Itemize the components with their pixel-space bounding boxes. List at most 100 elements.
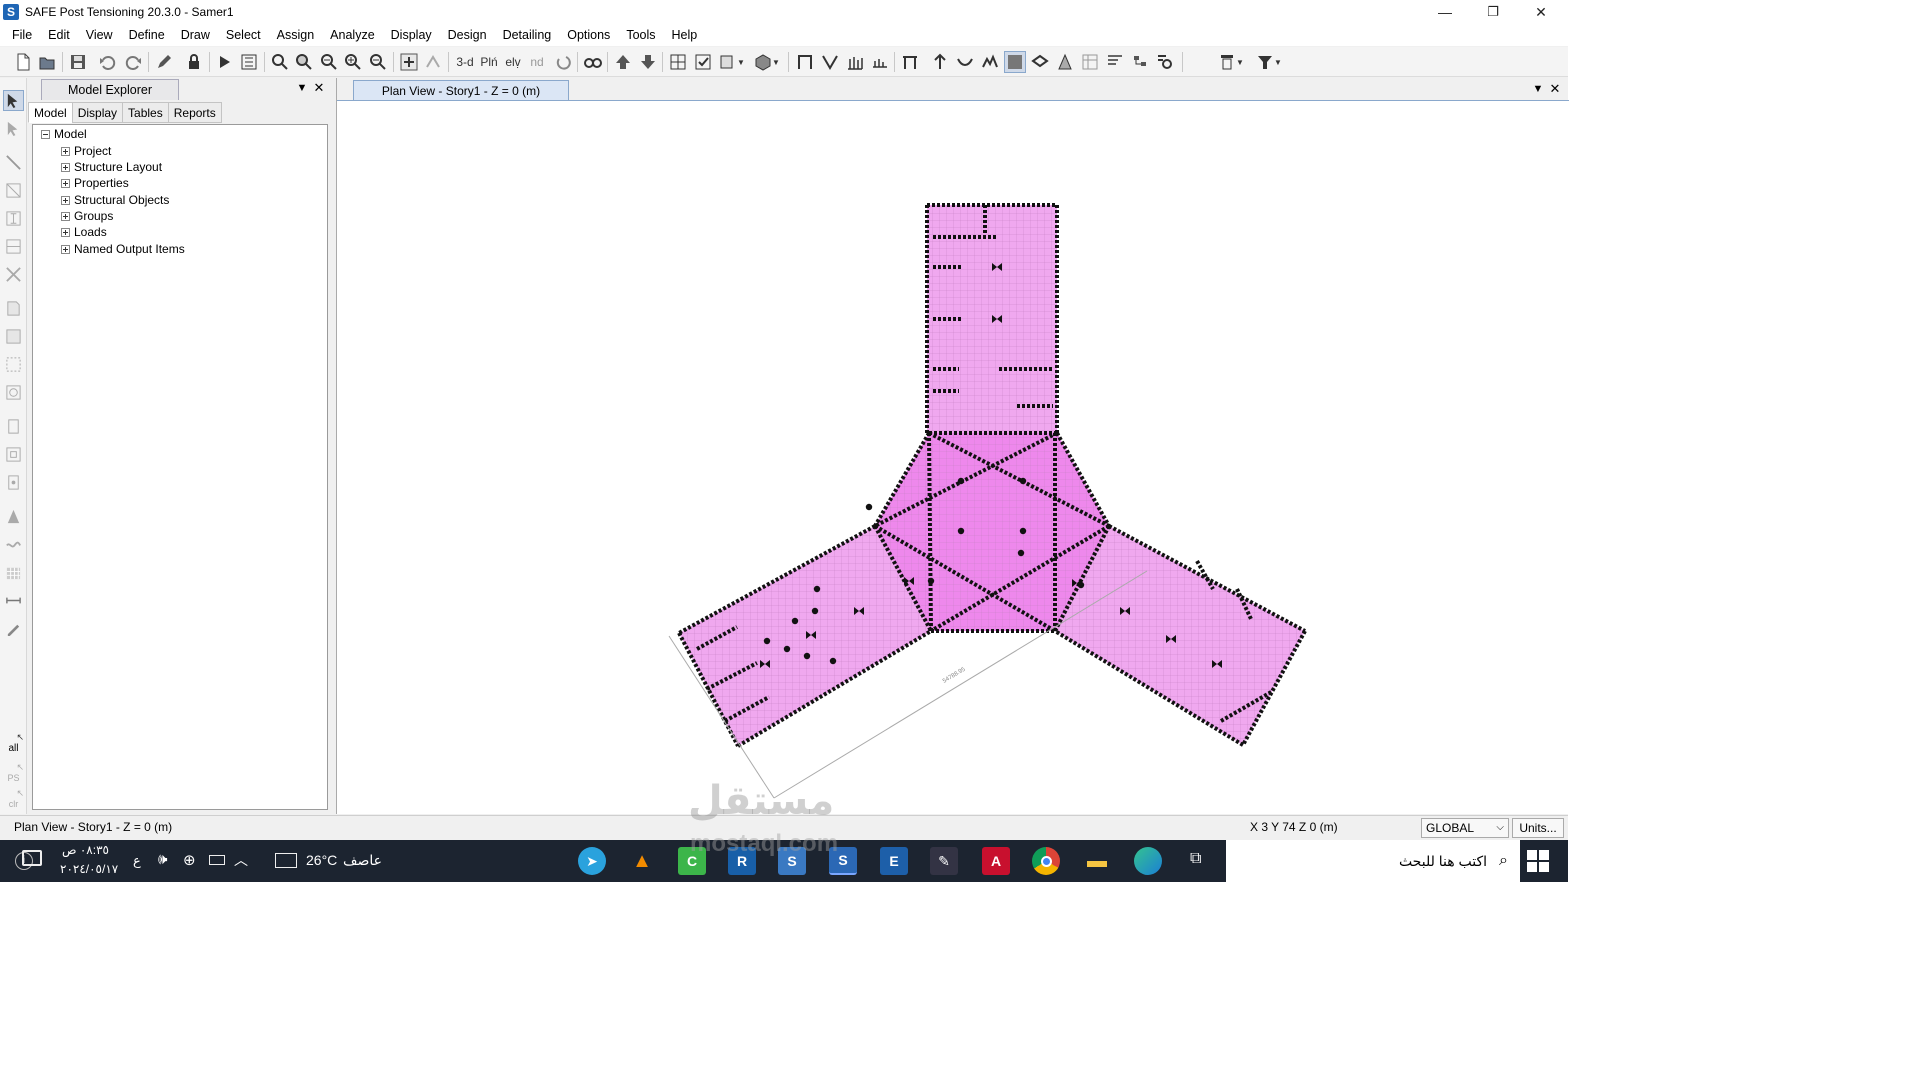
beam-forces-icon[interactable]: [979, 51, 1001, 73]
perspective-icon[interactable]: [582, 51, 604, 73]
expand-icon[interactable]: [61, 244, 70, 254]
network-icon[interactable]: ⊕: [183, 851, 196, 869]
tab-reports[interactable]: Reports: [167, 102, 222, 123]
menu-tools[interactable]: Tools: [618, 24, 663, 46]
core-column-1[interactable]: [957, 477, 965, 485]
tab-display[interactable]: Display: [71, 102, 124, 123]
core-column-3[interactable]: [957, 527, 965, 535]
strip-forces-icon[interactable]: [899, 51, 921, 73]
menu-view[interactable]: View: [78, 24, 121, 46]
draw-drop-panel-icon[interactable]: [3, 382, 24, 403]
west-column-5[interactable]: [803, 652, 811, 660]
draw-beam-icon[interactable]: [3, 180, 24, 201]
expand-icon[interactable]: [61, 227, 70, 237]
west-column-1[interactable]: [813, 585, 821, 593]
new-model-icon[interactable]: [12, 51, 34, 73]
tree-node-model[interactable]: Model: [41, 126, 87, 142]
task-view-icon[interactable]: ⧉: [1190, 850, 1201, 868]
volume-icon[interactable]: 🕪: [158, 851, 167, 868]
export-dropdown-icon[interactable]: ▼: [1252, 51, 1286, 73]
force-diagram-icon[interactable]: [869, 51, 891, 73]
plan-view-tab[interactable]: Plan View - Story1 - Z = 0 (m): [353, 80, 569, 101]
reshape-pointer-icon[interactable]: [3, 118, 24, 139]
close-button[interactable]: ✕: [1518, 0, 1564, 24]
core-column-4[interactable]: [1019, 527, 1027, 535]
plan-view-button[interactable]: Plń: [478, 51, 500, 73]
chrome-icon[interactable]: [1032, 847, 1060, 875]
pan-icon[interactable]: [398, 51, 420, 73]
run-analysis-icon[interactable]: [214, 51, 236, 73]
expand-icon[interactable]: [61, 178, 70, 188]
rotate-view-icon[interactable]: [552, 51, 574, 73]
minimize-button[interactable]: —: [1422, 0, 1468, 24]
draw-brace-icon[interactable]: [3, 264, 24, 285]
view-3d-button[interactable]: 3-d: [452, 51, 478, 73]
battery-icon[interactable]: [209, 855, 225, 865]
deformed-shape-icon[interactable]: [819, 51, 841, 73]
expand-icon[interactable]: [61, 195, 70, 205]
tree-node-project[interactable]: Project: [61, 143, 111, 159]
tendon-icon[interactable]: [954, 51, 976, 73]
undo-icon[interactable]: [97, 51, 119, 73]
core-column-7[interactable]: [927, 577, 935, 585]
move-down-icon[interactable]: [637, 51, 659, 73]
tree-node-groups[interactable]: Groups: [61, 208, 113, 224]
west-column-7[interactable]: [811, 607, 819, 615]
collapse-icon[interactable]: [41, 129, 50, 139]
draw-rect-slab-icon[interactable]: [3, 326, 24, 347]
rotate-3d-icon[interactable]: [422, 51, 444, 73]
slab-plan-drawing[interactable]: 54788.95: [337, 101, 1569, 815]
weather-description[interactable]: عاصف: [343, 852, 382, 869]
west-column-6[interactable]: [829, 657, 837, 665]
plan-canvas[interactable]: 54788.95: [337, 100, 1569, 814]
west-column-2[interactable]: [791, 617, 799, 625]
chevron-up-icon[interactable]: ︿: [234, 850, 248, 870]
expand-icon[interactable]: [61, 146, 70, 156]
coordinate-system-select[interactable]: GLOBAL ⌵: [1421, 818, 1509, 838]
tree-node-structural-objects[interactable]: Structural Objects: [61, 192, 169, 208]
weather-temperature[interactable]: 26°C: [306, 852, 337, 868]
set-display-options-icon[interactable]: [692, 51, 714, 73]
run-design-icon[interactable]: [238, 51, 260, 73]
vlc-icon[interactable]: ▲: [628, 847, 656, 875]
core-column-5[interactable]: [865, 503, 873, 511]
lock-icon[interactable]: [183, 51, 205, 73]
tree-node-properties[interactable]: Properties: [61, 175, 129, 191]
autocad-icon[interactable]: A: [982, 847, 1010, 875]
edit-pencil-icon[interactable]: [153, 51, 175, 73]
draw-area-support-icon[interactable]: [3, 562, 24, 583]
select-all-button[interactable]: ↖ all: [3, 728, 24, 758]
tree-node-loads[interactable]: Loads: [61, 224, 107, 240]
expand-icon[interactable]: [61, 211, 70, 221]
draw-line-icon[interactable]: [3, 152, 24, 173]
menu-assign[interactable]: Assign: [269, 24, 323, 46]
draw-opening-icon[interactable]: [3, 354, 24, 375]
west-column-4[interactable]: [783, 645, 791, 653]
tab-model[interactable]: Model: [28, 102, 73, 123]
menu-analyze[interactable]: Analyze: [322, 24, 382, 46]
sketch-tool-icon[interactable]: ✎: [930, 847, 958, 875]
object-shrink-icon[interactable]: [667, 51, 689, 73]
taskbar-search-box[interactable]: اكتب هنا للبحث ⌕: [1226, 840, 1520, 882]
draw-point-support-icon[interactable]: [3, 472, 24, 493]
menu-detailing[interactable]: Detailing: [495, 24, 560, 46]
draw-column-icon[interactable]: [3, 208, 24, 229]
slab-forces-icon[interactable]: [929, 51, 951, 73]
plan-dropdown-icon[interactable]: ▼: [1530, 81, 1546, 97]
etabs-icon[interactable]: E: [880, 847, 908, 875]
display-tables-icon[interactable]: [1104, 51, 1126, 73]
weather-news-icon[interactable]: [275, 853, 297, 868]
menu-define[interactable]: Define: [121, 24, 173, 46]
restore-button[interactable]: ❐: [1470, 0, 1516, 24]
select-pointer-icon[interactable]: [3, 90, 24, 111]
edge-icon[interactable]: [1134, 847, 1162, 875]
telegram-icon[interactable]: ➤: [578, 847, 606, 875]
clock-time[interactable]: ٠٨:٣٥ ص: [62, 843, 109, 857]
draw-tendon-icon[interactable]: [3, 444, 24, 465]
zoom-restore-icon[interactable]: [293, 51, 315, 73]
reactions-icon[interactable]: [844, 51, 866, 73]
frame-icon[interactable]: [794, 51, 816, 73]
tree-structure-icon[interactable]: [1129, 51, 1151, 73]
grid-display-icon[interactable]: [1004, 51, 1026, 73]
windows-start-icon[interactable]: [1526, 849, 1550, 873]
